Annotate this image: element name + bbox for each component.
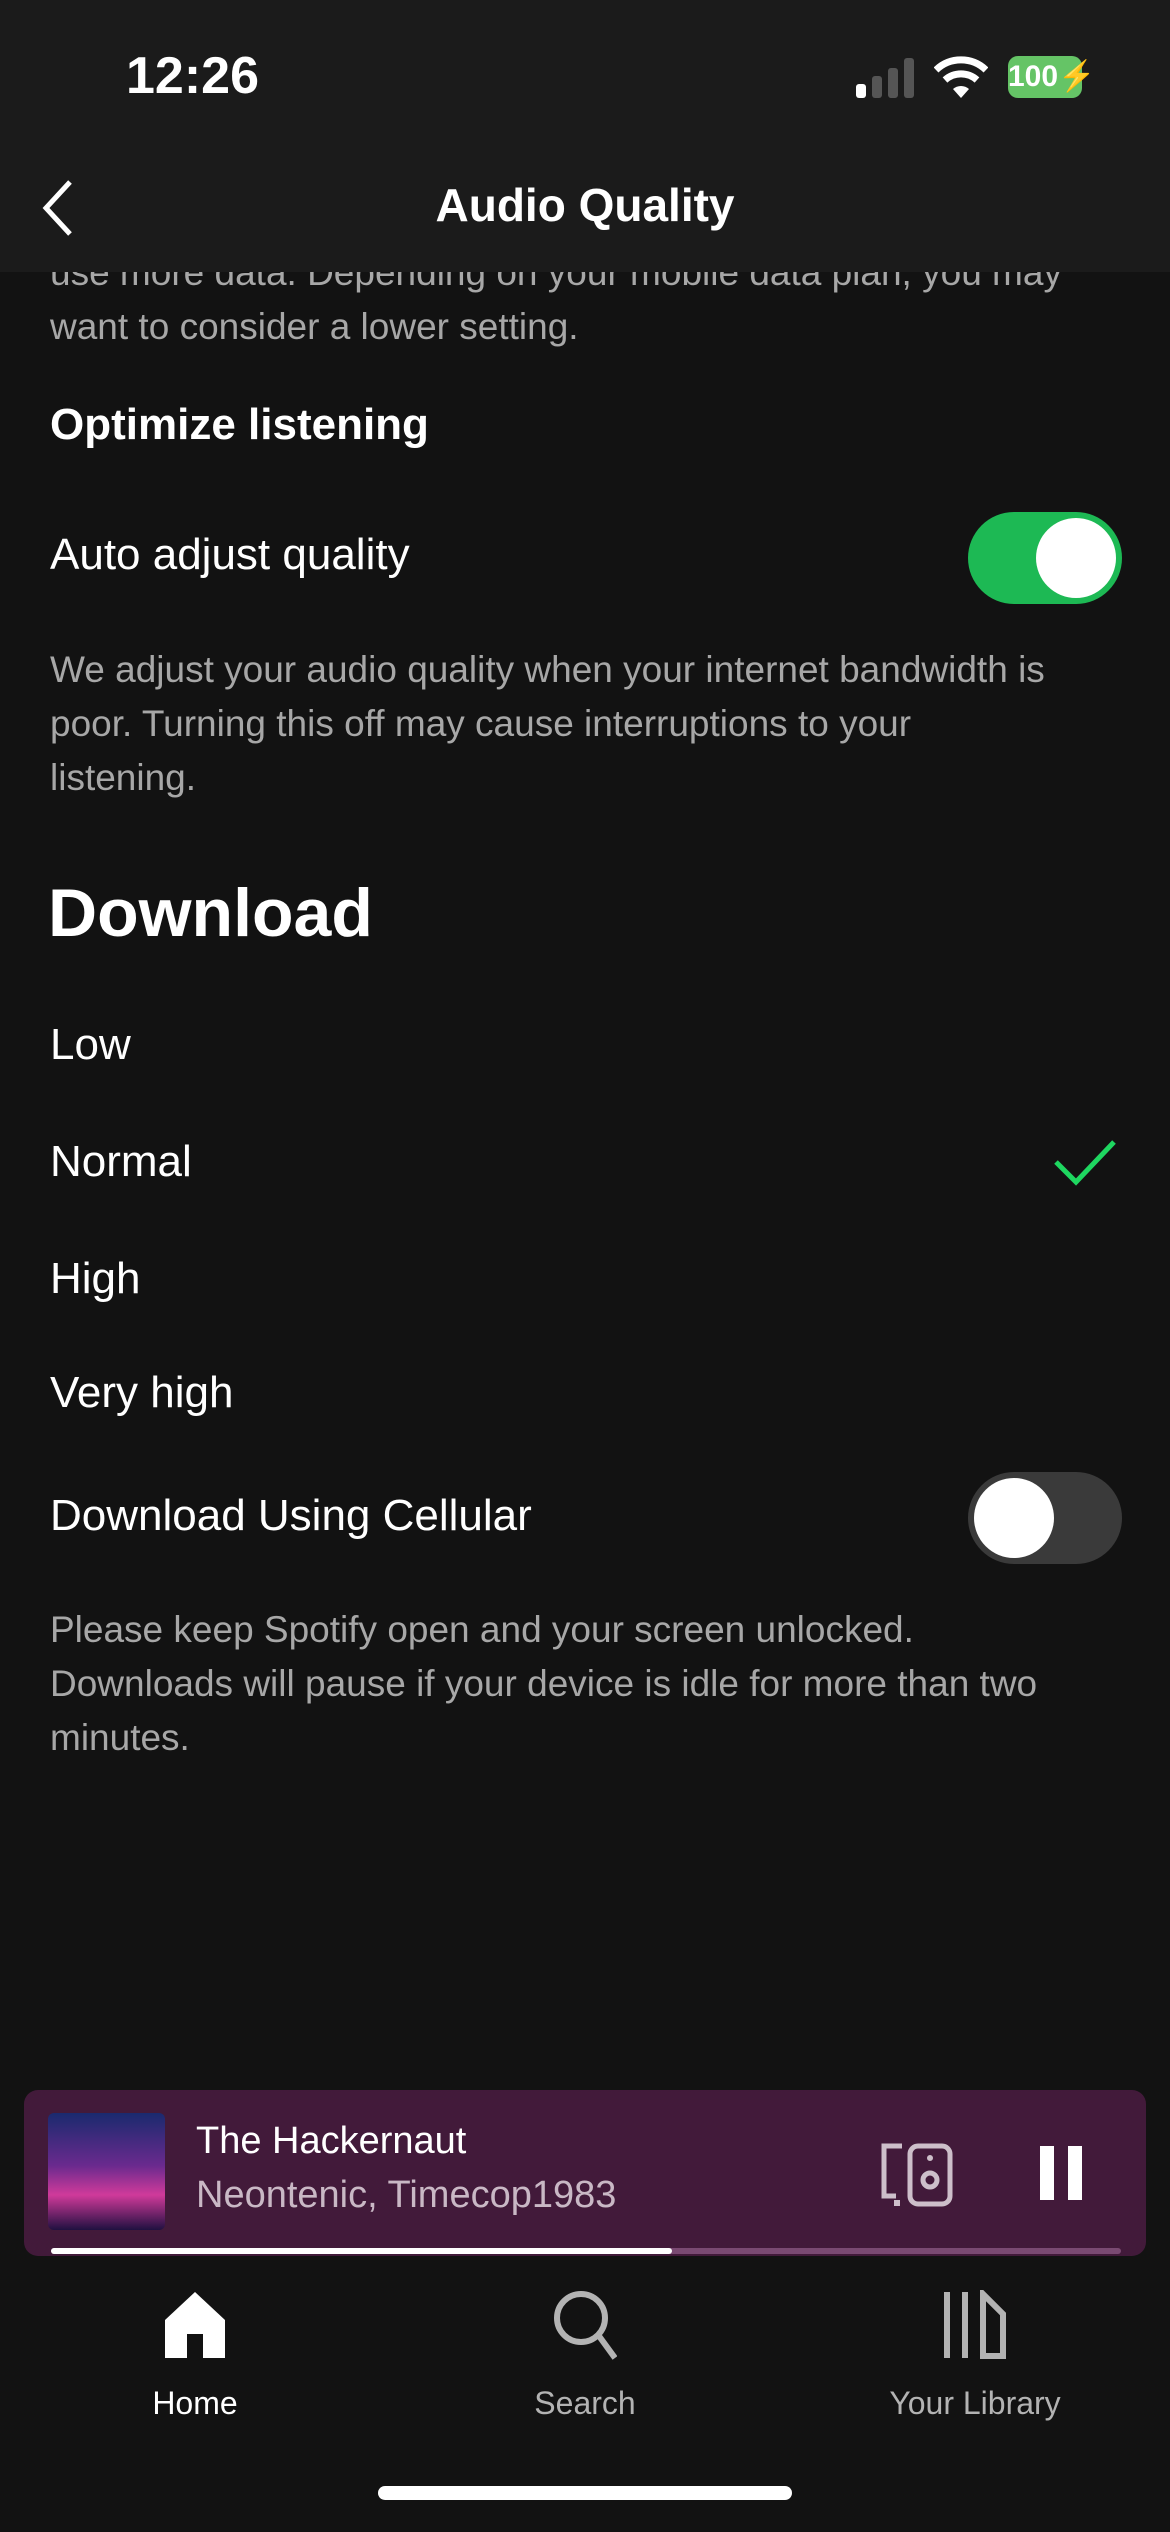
battery-icon: 100⚡ [1008,56,1095,98]
auto-adjust-toggle[interactable] [968,512,1122,604]
toggle-knob [974,1478,1054,1558]
toggle-knob [1036,518,1116,598]
library-icon [944,2286,1006,2359]
wifi-icon [934,56,988,98]
optimize-description: We adjust your audio quality when your i… [50,643,1045,805]
option-high[interactable]: High [50,1254,1120,1304]
pause-button[interactable] [1068,2146,1082,2200]
tab-label: Your Library [889,2385,1061,2421]
desc-line: Please keep Spotify open and your screen… [50,1609,914,1650]
tab-your-library[interactable]: Your Library [780,2286,1170,2422]
option-normal[interactable]: Normal [50,1137,1120,1187]
option-very-high[interactable]: Very high [50,1368,1120,1418]
battery-level: 100 [1008,60,1059,93]
desc-line: minutes. [50,1717,190,1758]
album-art [48,2113,165,2230]
tab-search[interactable]: Search [390,2290,780,2422]
desc-line: We adjust your audio quality when your i… [50,649,1045,690]
desc-line: poor. Turning this off may cause interru… [50,703,912,744]
checkmark-icon [1054,1140,1116,1186]
page-title: Audio Quality [435,179,735,231]
status-time: 12:26 [126,47,259,105]
pause-bar [1040,2146,1054,2200]
optimize-heading: Optimize listening [50,400,429,449]
tab-label: Home [152,2385,238,2421]
desc-line: listening. [50,757,197,798]
desc-line: Downloads will pause if your device is i… [50,1663,1038,1704]
search-icon [554,2291,618,2360]
home-icon [165,2292,225,2358]
download-description: Please keep Spotify open and your screen… [50,1603,1037,1765]
progress-track[interactable] [51,2248,1121,2254]
devices-icon[interactable] [880,2142,956,2208]
download-heading: Download [48,875,373,951]
track-title: The Hackernaut [196,2120,467,2162]
signal-icon [856,58,914,98]
auto-adjust-label: Auto adjust quality [50,530,410,579]
track-artists: Neontenic, Timecop1983 [196,2174,617,2216]
option-low[interactable]: Low [50,1020,1120,1070]
progress-fill [51,2248,672,2254]
tab-label: Search [534,2385,636,2421]
intro-line: want to consider a lower setting. [50,306,579,347]
home-indicator [378,2486,792,2500]
cellular-toggle[interactable] [968,1472,1122,1564]
top-bar: 12:26 100⚡ Audio Quality [0,0,1170,272]
tab-home[interactable]: Home [0,2290,390,2422]
mini-player[interactable]: The Hackernaut Neontenic, Timecop1983 [24,2090,1146,2256]
cellular-label: Download Using Cellular [50,1491,532,1540]
